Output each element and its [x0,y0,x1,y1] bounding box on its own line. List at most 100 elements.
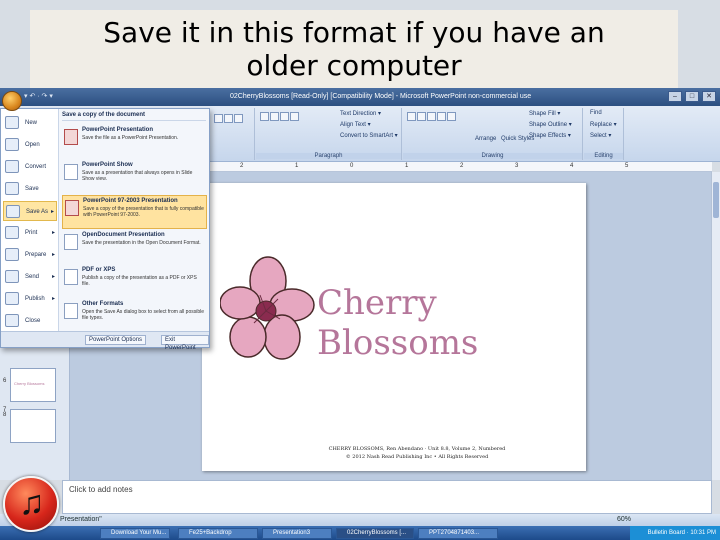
powerpoint-options-button[interactable]: PowerPoint Options [85,335,147,345]
shapes-gallery[interactable] [407,112,457,123]
taskbar-item-active[interactable]: 02CherryBlossoms [... [336,528,414,539]
font-style-buttons[interactable] [214,114,244,125]
option-other-formats[interactable]: Other Formats Open the Save As dialog bo… [62,299,207,331]
replace-button[interactable]: Replace ▾ [590,121,617,128]
option-desc: Save the presentation in the Open Docume… [82,240,201,246]
option-title: PowerPoint Presentation [82,127,154,133]
menu-item-save-as[interactable]: Save As ▸ [3,201,57,221]
quick-access-toolbar[interactable]: ▾ ↶ · ↷ ▾ [24,92,53,100]
menu-item-prepare[interactable]: Prepare ▸ [3,245,57,265]
menu-item-label: Send [25,274,40,280]
system-tray: Bulletin Board · 10:31 PM [630,526,720,540]
status-bar: Presentation" 60% [0,514,720,526]
other-formats-icon [64,303,78,319]
menu-item-convert[interactable]: Convert [3,157,57,177]
shape-outline-button[interactable]: Shape Outline ▾ [529,121,572,128]
option-powerpoint-show[interactable]: PowerPoint Show Save as a presentation t… [62,160,207,194]
menu-item-print[interactable]: Print ▸ [3,223,57,243]
submenu-arrow-icon: ▸ [51,230,55,236]
option-pdf-xps[interactable]: PDF or XPS Publish a copy of the present… [62,265,207,299]
convert-smartart-button[interactable]: Convert to SmartArt ▾ [340,132,398,139]
option-title: PowerPoint 97-2003 Presentation [83,198,178,204]
arrow-shape-icon[interactable] [417,112,426,121]
bold-icon[interactable] [214,114,223,123]
option-title: PDF or XPS [82,267,116,273]
shape-effects-button[interactable]: Shape Effects ▾ [529,132,571,139]
text-direction-button[interactable]: Text Direction ▾ [340,110,381,117]
zoom-level[interactable]: 60% [617,516,631,523]
slide-main-text[interactable]: Cherry Blossoms [317,283,586,363]
menu-item-close[interactable]: Close [3,311,57,331]
select-button[interactable]: Select ▾ [590,132,611,139]
menu-item-new[interactable]: New [3,113,57,133]
office-menu: New Open Convert Save Save As ▸ Print ▸ Pr… [0,108,210,351]
align-buttons[interactable] [260,112,300,123]
slide-title-banner: Save it in this format if you have an ol… [30,10,678,88]
ribbon-group-drawing: Arrange Quick Styles Shape Fill ▾ Shape … [403,108,583,160]
slide-title-line-2: older computer [246,49,462,82]
triangle-shape-icon[interactable] [447,112,456,121]
horizontal-ruler[interactable]: 2 1 0 1 2 3 4 5 [200,162,712,172]
menu-item-publish[interactable]: Publish ▸ [3,289,57,309]
slide-thumbnail[interactable] [10,409,56,443]
menu-item-label: Prepare [25,252,47,258]
rectangle-shape-icon[interactable] [427,112,436,121]
numbering-icon[interactable] [270,112,279,121]
printer-icon [5,226,19,239]
scrollbar-thumb[interactable] [713,182,719,218]
ribbon-group-label-editing: Editing [584,153,623,159]
slide-canvas[interactable]: Cherry Blossoms CHERRY BLOSSOMS, Ren Abe… [202,183,586,471]
taskbar-item[interactable]: Presentation3 [262,528,332,539]
menu-item-open[interactable]: Open [3,135,57,155]
submenu-header: Save a copy of the document [62,112,206,121]
cherry-blossom-flower-image [220,256,315,360]
option-opendocument[interactable]: OpenDocument Presentation Save the prese… [62,230,207,264]
shape-fill-button[interactable]: Shape Fill ▾ [529,110,560,117]
prepare-icon [5,248,19,261]
arrange-button[interactable]: Arrange [475,136,496,142]
thumbnail-number: 8 [3,412,7,418]
taskbar-item[interactable]: Download Your Mu... [100,528,170,539]
oval-shape-icon[interactable] [437,112,446,121]
indent-icon[interactable] [280,112,289,121]
publish-icon [5,292,19,305]
taskbar-item[interactable]: PPT2704871403... [418,528,498,539]
exit-powerpoint-button[interactable]: Exit PowerPoint [161,335,209,351]
minimize-button[interactable]: – [668,91,682,102]
underline-icon[interactable] [234,114,243,123]
taskbar-item[interactable]: Fe25+Backdrop [178,528,258,539]
send-icon [5,270,19,283]
option-powerpoint-presentation[interactable]: PowerPoint Presentation Save the file as… [62,125,207,159]
line-shape-icon[interactable] [407,112,416,121]
close-folder-icon [5,314,19,327]
maximize-button[interactable]: □ [685,91,699,102]
menu-item-label: Publish [25,296,45,302]
slide-thumbnail[interactable]: Cherry Blossoms [10,368,56,402]
window-title: 02CherryBlossoms [Read-Only] [Compatibil… [230,93,532,100]
music-note-icon[interactable]: ♫ [3,476,59,532]
menu-item-send[interactable]: Send ▸ [3,267,57,287]
menu-item-label: Save As [26,209,49,215]
ppsx-file-icon [64,164,78,180]
music-note-glyph: ♫ [19,484,45,522]
align-text-button[interactable]: Align Text ▾ [340,121,371,128]
ruler-mark: 2 [240,163,244,169]
italic-icon[interactable] [224,114,233,123]
slide-footer: CHERRY BLOSSOMS, Ren Abendano · Unit 8.8… [282,445,552,461]
slide-footer-line-1: CHERRY BLOSSOMS, Ren Abendano · Unit 8.8… [328,446,506,452]
new-document-icon [5,116,19,129]
option-desc: Save a copy of the presentation that is … [83,206,204,218]
vertical-scrollbar[interactable] [711,172,720,480]
windows-taskbar: Download Your Mu... Fe25+Backdrop Presen… [0,526,720,540]
menu-item-label: Print [25,230,38,236]
menu-item-save[interactable]: Save [3,179,57,199]
option-powerpoint-97-2003[interactable]: PowerPoint 97-2003 Presentation Save a c… [62,195,207,229]
bullets-icon[interactable] [260,112,269,121]
close-window-button[interactable]: ✕ [702,91,716,102]
outdent-icon[interactable] [290,112,299,121]
option-desc: Open the Save As dialog box to select fr… [82,309,205,321]
office-button[interactable] [2,91,22,111]
save-disk-icon [5,182,19,195]
find-button[interactable]: Find [590,110,602,116]
notes-pane[interactable]: Click to add notes [62,480,712,514]
